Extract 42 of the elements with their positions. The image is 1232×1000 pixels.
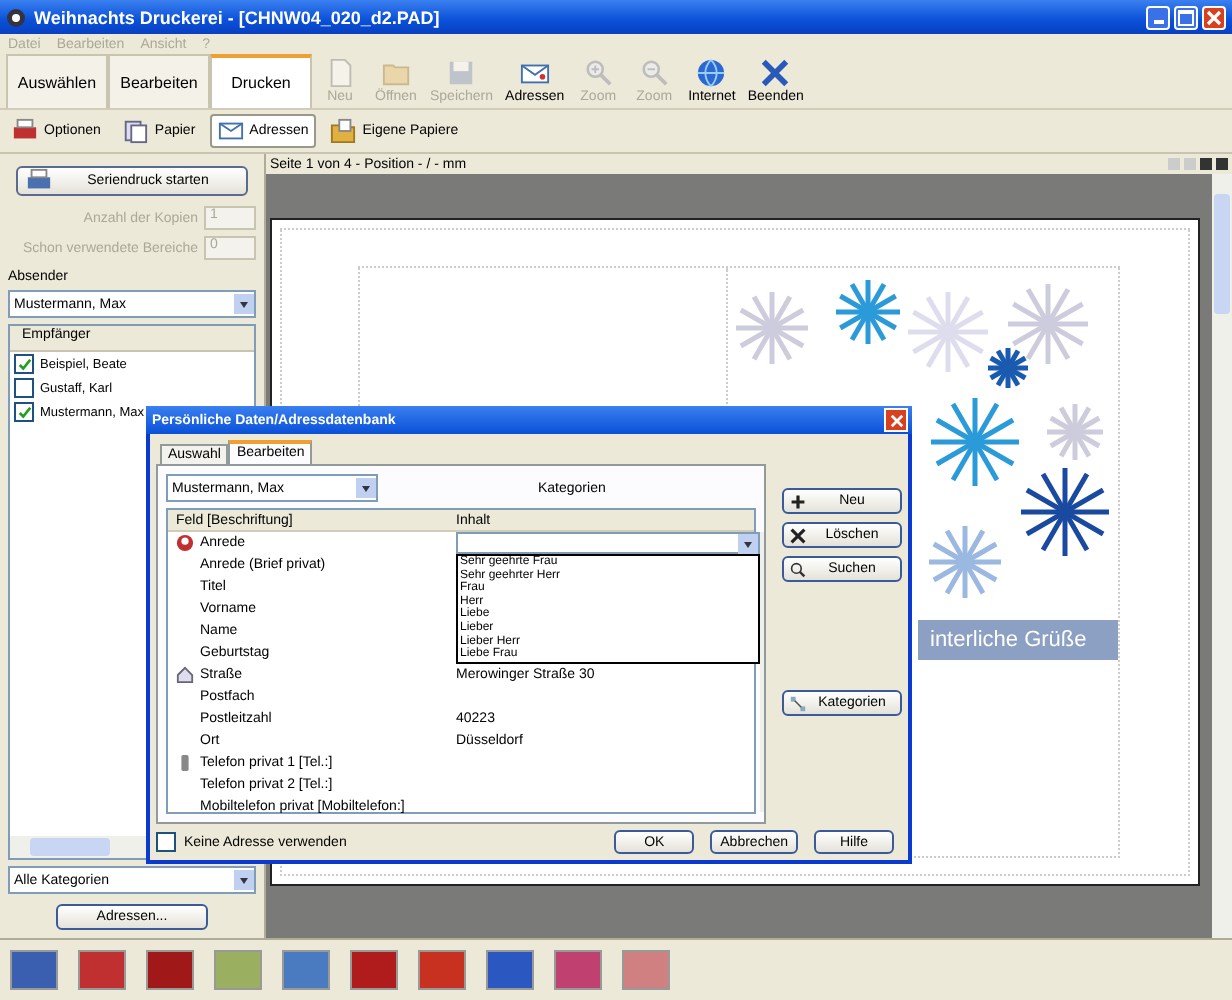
scrollbar[interactable] [1212, 174, 1232, 938]
document-icon [325, 58, 355, 88]
cross-icon [760, 58, 791, 88]
magnifier-icon [639, 58, 670, 88]
printer-icon [12, 118, 38, 144]
cross-icon [790, 527, 806, 543]
plus-icon [790, 493, 806, 509]
card-thumbnail[interactable] [10, 950, 58, 990]
mode-tab[interactable]: Auswählen [6, 54, 108, 108]
search-icon [790, 561, 806, 577]
app-icon [6, 7, 26, 27]
card-thumbnail[interactable] [486, 950, 534, 990]
house-icon [176, 666, 194, 684]
card-thumbnail[interactable] [146, 950, 194, 990]
checkbox[interactable] [156, 832, 176, 852]
globe-icon [696, 58, 727, 88]
folder-icon [330, 118, 357, 144]
minimize-button[interactable] [1146, 5, 1170, 29]
phone-icon [176, 754, 194, 772]
card-thumbnail[interactable] [78, 950, 126, 990]
greeting-banner: interliche Grüße [918, 620, 1118, 660]
printer-icon [26, 168, 52, 194]
checkbox[interactable] [14, 378, 34, 398]
scrollbar[interactable] [760, 532, 764, 812]
close-button[interactable] [884, 408, 908, 432]
card-thumbnail[interactable] [622, 950, 670, 990]
card-thumbnail[interactable] [418, 950, 466, 990]
mode-tab[interactable]: Drucken [210, 54, 312, 108]
checkbox[interactable] [14, 402, 34, 422]
close-button[interactable] [1202, 5, 1226, 29]
card-thumbnail[interactable] [214, 950, 262, 990]
maximize-button[interactable] [1174, 5, 1198, 29]
window-title: Weihnachts Druckerei - [CHNW04_020_d2.PAD] [34, 7, 442, 27]
navigation-icons[interactable] [1168, 158, 1228, 170]
card-thumbnail[interactable] [554, 950, 602, 990]
envelope-icon [217, 118, 244, 144]
mode-tab[interactable]: Bearbeiten [108, 54, 210, 108]
checkbox[interactable] [14, 354, 34, 374]
paper-stack-icon [122, 118, 149, 144]
magnifier-icon [583, 58, 614, 88]
card-thumbnail[interactable] [282, 950, 330, 990]
card-thumbnail[interactable] [350, 950, 398, 990]
